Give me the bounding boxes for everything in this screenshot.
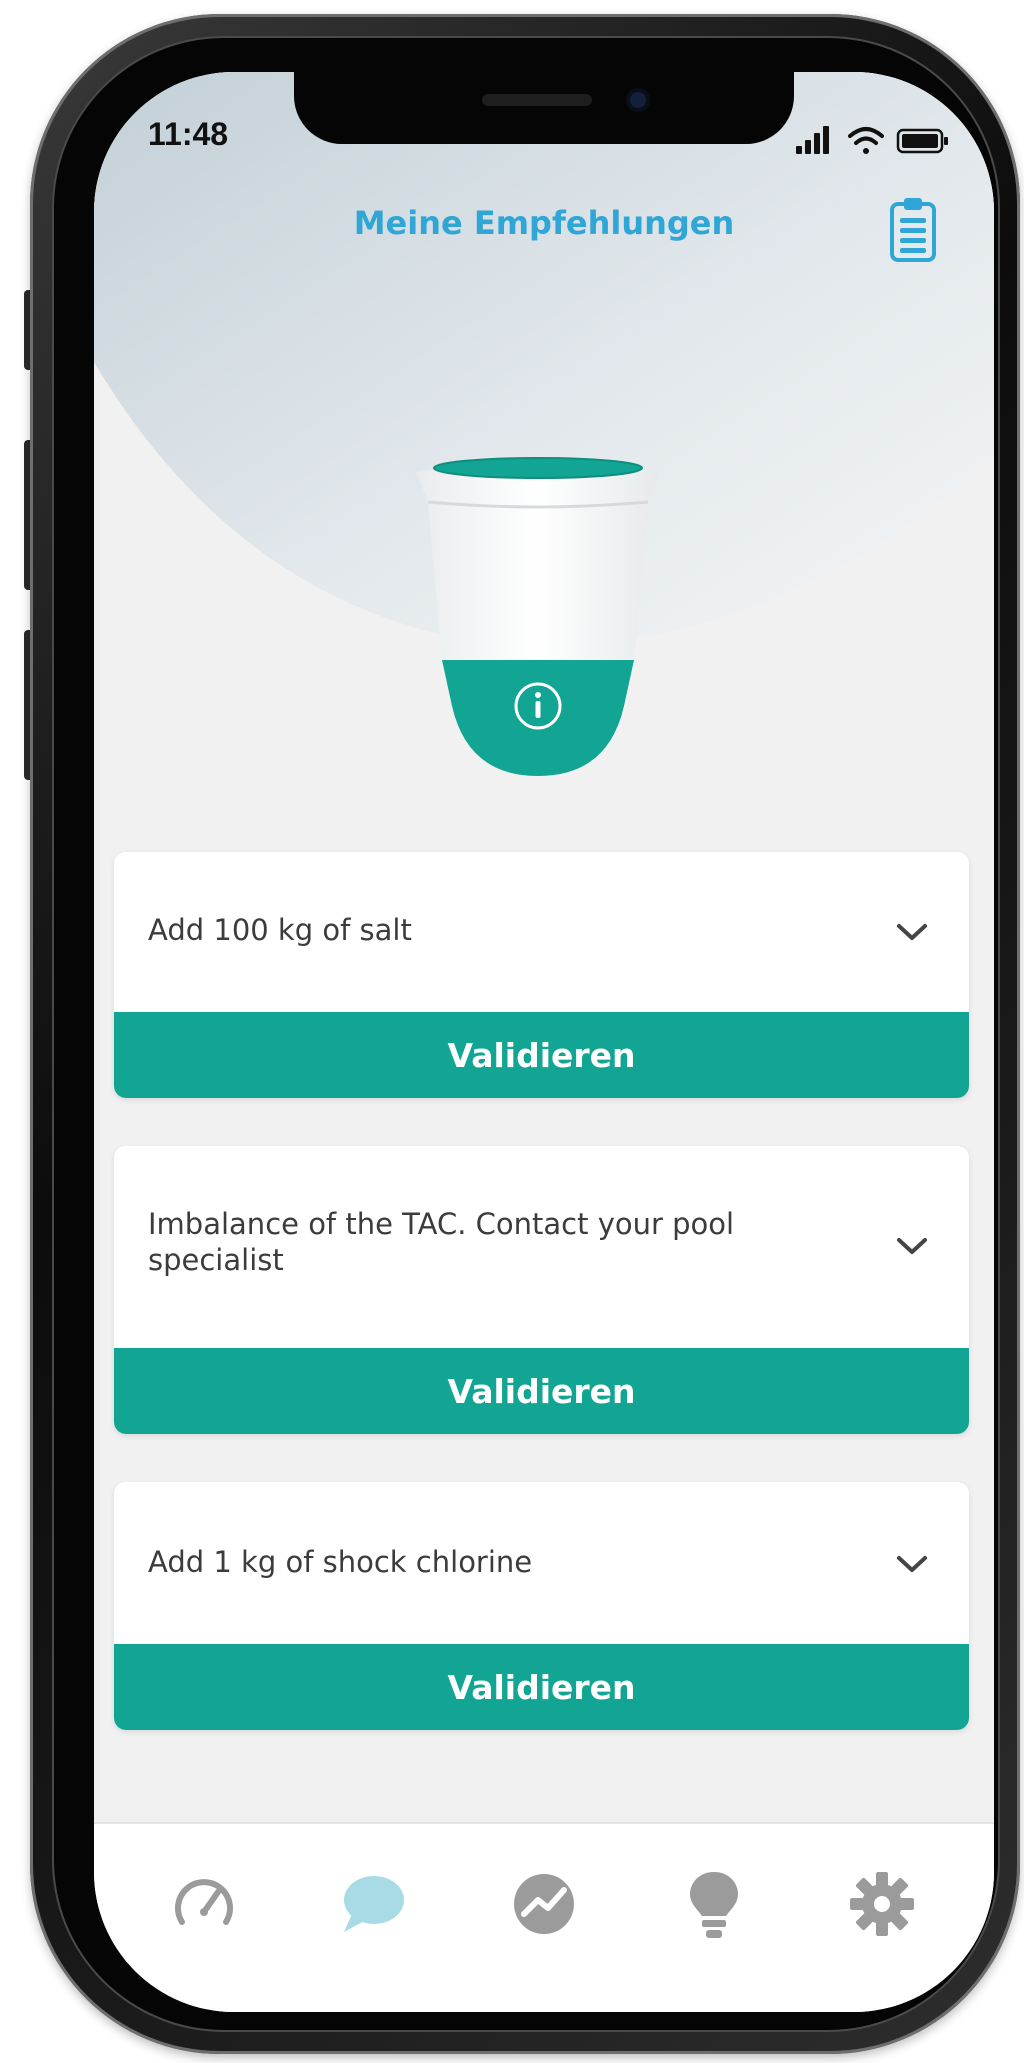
validate-button[interactable]: Validieren [114, 1012, 969, 1098]
gear-icon [850, 1872, 914, 1936]
signal-icon [796, 126, 829, 154]
tab-settings[interactable] [842, 1864, 922, 1944]
battery-icon [896, 128, 948, 154]
recommendation-card-header[interactable]: Add 1 kg of shock chlorine [114, 1482, 969, 1644]
recommendation-card-header[interactable]: Add 100 kg of salt [114, 852, 969, 1012]
status-time: 11:48 [148, 116, 229, 152]
app-screen: 11:48 Meine Empfehlungen Add 100 kg of s… [94, 72, 994, 2012]
validate-button[interactable]: Validieren [114, 1644, 969, 1730]
tab-dashboard[interactable] [164, 1864, 244, 1944]
phone-mockup: 11:48 Meine Empfehlungen Add 100 kg of s… [0, 0, 1024, 2063]
recommendation-text: Imbalance of the TAC. Contact your pool … [148, 1207, 735, 1277]
tab-bar [94, 1822, 994, 2012]
gauge-icon [175, 1879, 233, 1925]
tab-history[interactable] [504, 1864, 584, 1944]
recommendation-card: Add 100 kg of salt Validieren [114, 852, 969, 1098]
clipboard-icon[interactable] [888, 196, 938, 264]
chat-bubble-icon [344, 1876, 404, 1932]
front-camera [626, 88, 650, 112]
chevron-down-icon[interactable] [895, 1236, 929, 1256]
chevron-down-icon[interactable] [895, 1554, 929, 1574]
page-title: Meine Empfehlungen [353, 204, 735, 242]
info-icon[interactable] [512, 680, 564, 732]
wifi-icon [848, 127, 884, 154]
trend-chart-icon [514, 1874, 574, 1934]
speaker-grill [482, 94, 592, 106]
recommendation-text: Add 1 kg of shock chlorine [148, 1545, 533, 1579]
tab-tips[interactable] [674, 1864, 754, 1944]
chevron-down-icon[interactable] [895, 922, 929, 942]
status-icons [796, 126, 948, 154]
lightbulb-icon [690, 1872, 738, 1938]
tab-recommendations[interactable] [332, 1864, 412, 1944]
notch [294, 72, 794, 144]
recommendation-card-header[interactable]: Imbalance of the TAC. Contact your pool … [114, 1146, 969, 1348]
recommendation-text: Add 100 kg of salt [148, 913, 412, 947]
recommendation-card: Add 1 kg of shock chlorine Validieren [114, 1482, 969, 1730]
recommendation-card: Imbalance of the TAC. Contact your pool … [114, 1146, 969, 1434]
validate-button[interactable]: Validieren [114, 1348, 969, 1434]
